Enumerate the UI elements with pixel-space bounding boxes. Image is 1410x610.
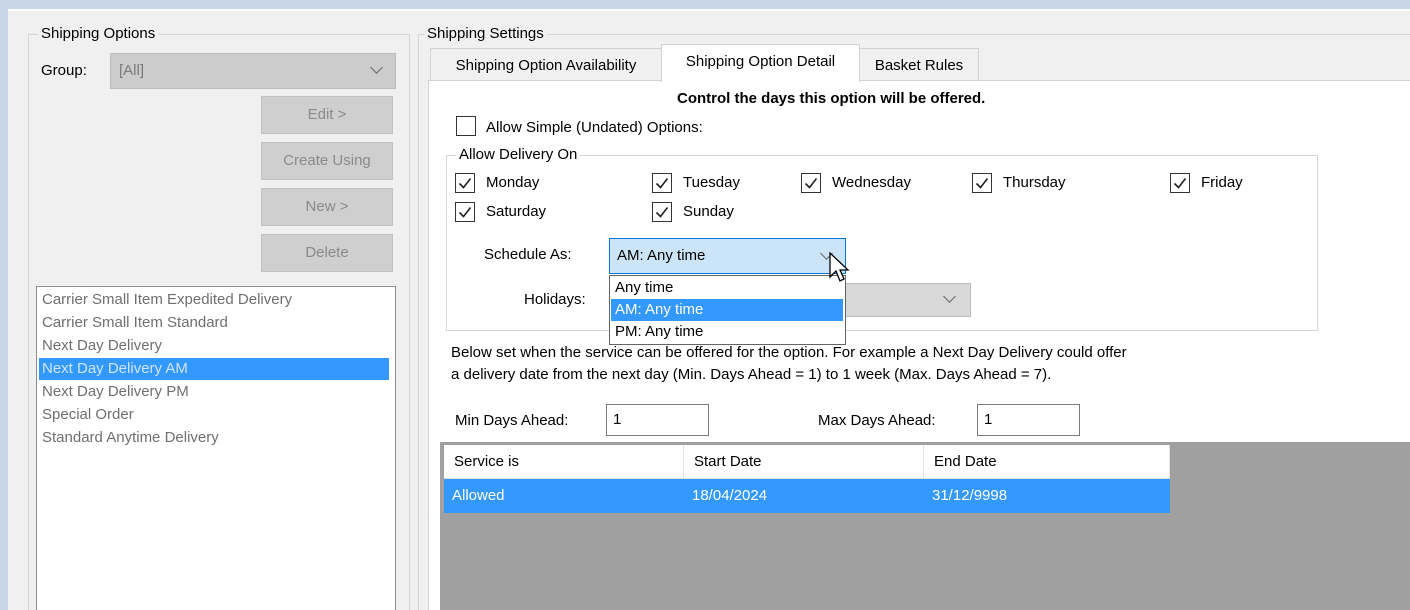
description-text-line2: a delivery date from the next day (Min. … — [451, 366, 1052, 383]
tab-shipping-option-availability[interactable]: Shipping Option Availability — [430, 48, 662, 80]
schedule-as-select[interactable]: AM: Any time — [609, 238, 846, 274]
max-days-input[interactable]: 1 — [977, 404, 1080, 436]
thursday-label: Thursday — [1003, 174, 1066, 191]
schedule-as-dropdown[interactable]: Any time AM: Any time PM: Any time — [609, 275, 846, 345]
list-item[interactable]: Next Day Delivery — [39, 335, 389, 357]
min-days-input[interactable]: 1 — [606, 404, 709, 436]
list-item-selected[interactable]: Next Day Delivery AM — [39, 358, 389, 380]
service-dates-grid[interactable]: Service is Start Date End Date Allowed 1… — [440, 442, 1410, 610]
holidays-label: Holidays: — [524, 291, 586, 308]
wednesday-checkbox[interactable] — [801, 173, 821, 193]
shipping-options-group-title: Shipping Options — [38, 25, 159, 43]
allow-simple-checkbox[interactable] — [456, 116, 476, 136]
list-item[interactable]: Carrier Small Item Expedited Delivery — [39, 289, 389, 311]
allow-simple-label: Allow Simple (Undated) Options: — [486, 119, 703, 136]
dropdown-option[interactable]: Any time — [611, 277, 843, 299]
table-row[interactable]: Allowed 18/04/2024 31/12/9998 — [444, 479, 1170, 513]
edit-button[interactable]: Edit > — [261, 96, 393, 134]
description-text-line1-start: Below set when the — [451, 344, 582, 361]
sunday-checkbox[interactable] — [652, 202, 672, 222]
tab-shipping-option-detail[interactable]: Shipping Option Detail — [661, 44, 860, 82]
window-title-bar — [0, 0, 1410, 9]
tab-basket-rules[interactable]: Basket Rules — [859, 48, 979, 80]
window-left-border — [0, 0, 8, 610]
schedule-as-label: Schedule As: — [484, 246, 572, 263]
wednesday-label: Wednesday — [832, 174, 911, 191]
monday-label: Monday — [486, 174, 540, 191]
description-text-line1: Below set when the service can be offere… — [451, 344, 1127, 361]
group-select-value: [All] — [119, 62, 145, 79]
group-label: Group: — [41, 62, 87, 79]
list-item[interactable]: Special Order — [39, 404, 389, 426]
mouse-cursor-icon — [829, 252, 850, 282]
tuesday-label: Tuesday — [683, 174, 740, 191]
grid-cell-service: Allowed — [452, 487, 505, 504]
dropdown-option-highlighted[interactable]: AM: Any time — [611, 299, 843, 321]
list-item[interactable]: Standard Anytime Delivery — [39, 427, 389, 449]
new-button[interactable]: New > — [261, 188, 393, 226]
description-text-line1-end: the option. For example a Next Day Deliv… — [758, 344, 1127, 361]
thursday-checkbox[interactable] — [972, 173, 992, 193]
list-item[interactable]: Next Day Delivery PM — [39, 381, 389, 403]
grid-header: Service is Start Date End Date — [444, 445, 1170, 479]
schedule-as-value: AM: Any time — [617, 247, 706, 264]
grid-cell-start-date: 18/04/2024 — [692, 487, 768, 504]
shipping-options-list[interactable]: Carrier Small Item Expedited Delivery Ca… — [36, 286, 396, 610]
sunday-label: Sunday — [683, 203, 734, 220]
panel-heading: Control the days this option will be off… — [677, 90, 986, 107]
description-text-line1-hidden: service can be offered for — [585, 344, 755, 361]
monday-checkbox[interactable] — [455, 173, 475, 193]
tuesday-checkbox[interactable] — [652, 173, 672, 193]
min-days-label: Min Days Ahead: — [455, 412, 569, 429]
allow-delivery-on-title: Allow Delivery On — [456, 146, 581, 164]
shipping-settings-group-title: Shipping Settings — [424, 25, 547, 43]
dropdown-option[interactable]: PM: Any time — [611, 321, 843, 343]
max-days-label: Max Days Ahead: — [818, 412, 936, 429]
list-item[interactable]: Carrier Small Item Standard — [39, 312, 389, 334]
chevron-down-icon — [370, 61, 383, 74]
grid-column-end-date[interactable]: End Date — [924, 445, 1170, 479]
grid-column-start-date[interactable]: Start Date — [684, 445, 924, 479]
grid-cell-end-date: 31/12/9998 — [932, 487, 1008, 504]
group-select[interactable]: [All] — [110, 53, 396, 89]
create-using-button[interactable]: Create Using — [261, 142, 393, 180]
saturday-checkbox[interactable] — [455, 202, 475, 222]
grid-column-service-is[interactable]: Service is — [444, 445, 684, 479]
chevron-down-icon — [943, 290, 956, 303]
title-bar-divider — [0, 9, 1410, 11]
saturday-label: Saturday — [486, 203, 547, 220]
friday-checkbox[interactable] — [1170, 173, 1190, 193]
friday-label: Friday — [1201, 174, 1243, 191]
delete-button[interactable]: Delete — [261, 234, 393, 272]
